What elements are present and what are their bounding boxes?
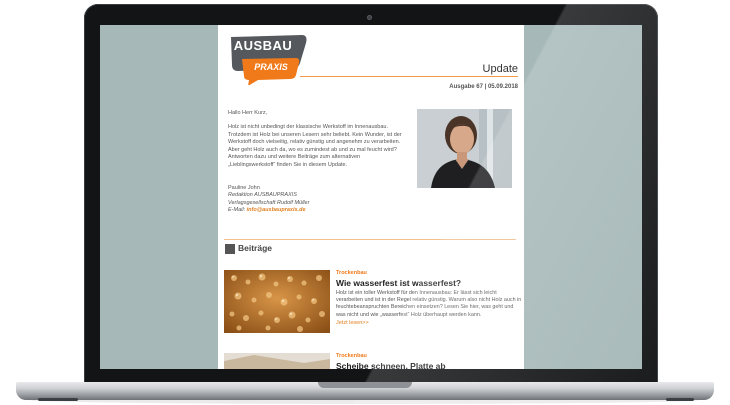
- article-1-read-more-link[interactable]: Jetzt lesen>>: [336, 320, 522, 326]
- article-2-category[interactable]: Trockenbau: [336, 353, 522, 359]
- logo-text-ausbau: AUSBAU: [233, 38, 293, 53]
- article-2: Trockenbau Scheibe schneen, Platte ab: [336, 353, 522, 369]
- signature-publisher: Verlagsgesellschaft Rudolf Müller: [228, 199, 310, 206]
- header-title: Update: [482, 63, 518, 75]
- signature-role: Redaktion AUSBAUPRAXIS: [228, 192, 297, 199]
- article-1: Trockenbau Wie wasserfest ist wasserfest…: [336, 270, 522, 326]
- laptop-screen: AUSBAU PRAXIS Update Ausgabe 67 | 05.09.…: [100, 25, 642, 369]
- section-marker-icon: [225, 244, 235, 254]
- section-divider: [224, 239, 516, 240]
- laptop-notch: [318, 382, 412, 388]
- laptop-foot-left: [38, 398, 78, 401]
- logo-text-praxis: PRAXIS: [254, 62, 288, 72]
- article-1-text: Holz ist ein toller Werkstoff für den In…: [336, 290, 522, 318]
- signature-name: Pauline John: [228, 185, 260, 191]
- signature: Pauline John Redaktion AUSBAUPRAXIS Verl…: [228, 185, 309, 215]
- email-link[interactable]: info@ausbaupraxis.de: [247, 207, 306, 213]
- article-1-category[interactable]: Trockenbau: [336, 270, 522, 276]
- section-title: Beiträge: [238, 243, 273, 253]
- header-rule: [300, 76, 518, 77]
- intro-text: Holz ist nicht unbedingt der klassische …: [228, 124, 402, 168]
- newsletter: AUSBAU PRAXIS Update Ausgabe 67 | 05.09.…: [218, 25, 524, 369]
- greeting: Hallo Herr Kurz,: [228, 110, 268, 116]
- webcam-icon: [367, 15, 372, 20]
- article-image-water-drops[interactable]: [224, 270, 330, 333]
- article-image-2[interactable]: [224, 353, 330, 369]
- article-1-title[interactable]: Wie wasserfest ist wasserfest?: [336, 278, 522, 288]
- editor-photo: [417, 109, 512, 188]
- email-label: E-Mail:: [228, 207, 246, 214]
- laptop-foot-right: [666, 398, 694, 401]
- issue-number: Ausgabe 67 | 05.09.2018: [449, 84, 518, 90]
- article-2-title[interactable]: Scheibe schneen, Platte ab: [336, 361, 522, 369]
